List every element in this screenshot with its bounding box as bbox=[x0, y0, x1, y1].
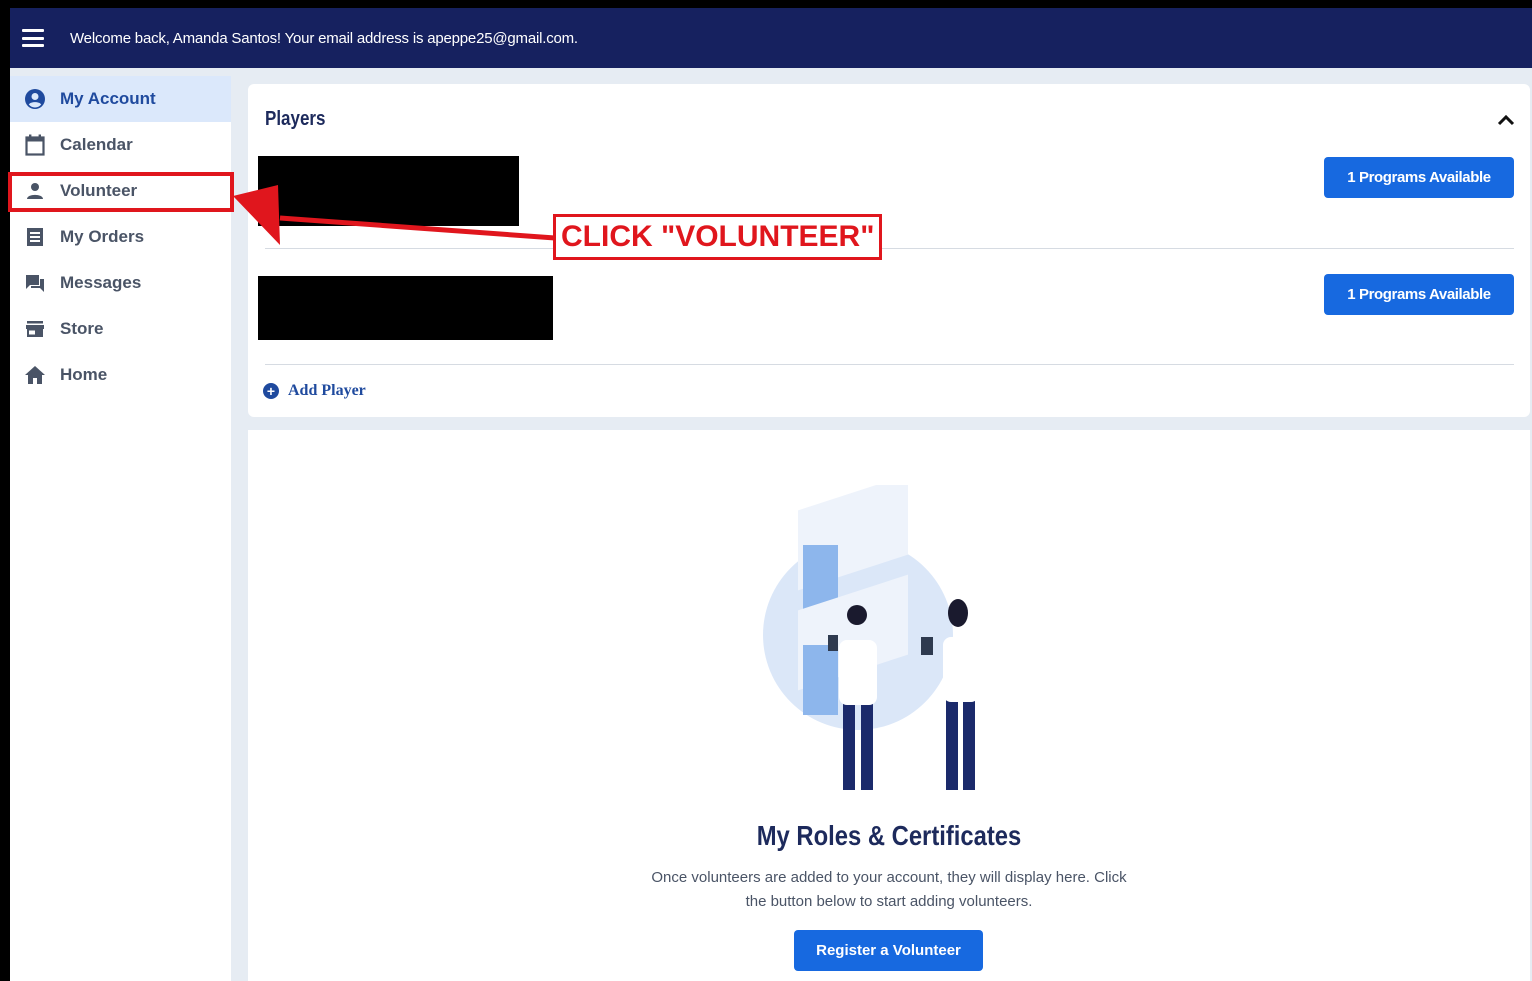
add-player-label: Add Player bbox=[288, 382, 366, 399]
sidebar-item-messages[interactable]: Messages bbox=[10, 260, 231, 306]
register-volunteer-button[interactable]: Register a Volunteer bbox=[794, 930, 983, 971]
sidebar-item-label: Store bbox=[60, 319, 104, 338]
sidebar-item-store[interactable]: Store bbox=[10, 306, 231, 352]
sidebar-item-label: My Account bbox=[60, 89, 156, 108]
row-divider bbox=[265, 248, 1514, 249]
chat-icon bbox=[24, 272, 46, 294]
store-icon bbox=[24, 318, 46, 340]
players-card: Players 1 Programs Available 1 Programs … bbox=[248, 84, 1530, 417]
sidebar-item-label: Calendar bbox=[60, 135, 133, 154]
annotation-highlight-box bbox=[8, 172, 234, 212]
plus-circle-icon: + bbox=[263, 383, 279, 399]
row-divider bbox=[265, 364, 1514, 365]
app-body: My Account Calendar Volunteer My Orders … bbox=[10, 68, 1532, 981]
sidebar-item-label: Messages bbox=[60, 273, 142, 292]
chevron-up-icon[interactable] bbox=[1496, 110, 1516, 130]
welcome-message: Welcome back, Amanda Santos! Your email … bbox=[70, 29, 578, 47]
sidebar-item-my-account[interactable]: My Account bbox=[10, 76, 231, 122]
receipt-icon bbox=[24, 226, 46, 248]
volunteers-illustration bbox=[763, 485, 979, 790]
roles-description: Once volunteers are added to your accoun… bbox=[651, 869, 1127, 910]
hamburger-menu-icon[interactable] bbox=[22, 29, 44, 47]
top-bar: Welcome back, Amanda Santos! Your email … bbox=[10, 8, 1532, 68]
roles-title: My Roles & Certificates bbox=[756, 820, 1022, 851]
calendar-icon bbox=[24, 134, 46, 156]
sidebar-item-my-orders[interactable]: My Orders bbox=[10, 214, 231, 260]
annotation-label: CLICK "VOLUNTEER" bbox=[553, 214, 883, 260]
add-player-link[interactable]: + Add Player bbox=[263, 382, 366, 400]
sidebar-item-calendar[interactable]: Calendar bbox=[10, 122, 231, 168]
redacted-player-info bbox=[258, 276, 553, 340]
players-title: Players bbox=[265, 108, 326, 130]
sidebar-item-label: My Orders bbox=[60, 227, 145, 246]
roles-card: My Roles & Certificates Once volunteers … bbox=[248, 430, 1530, 981]
programs-available-button[interactable]: 1 Programs Available bbox=[1324, 274, 1514, 315]
home-icon bbox=[24, 364, 46, 386]
sidebar-item-label: Home bbox=[60, 365, 108, 384]
redacted-player-info bbox=[258, 156, 519, 226]
account-circle-icon bbox=[24, 88, 46, 110]
sidebar-item-home[interactable]: Home bbox=[10, 352, 231, 398]
programs-available-button[interactable]: 1 Programs Available bbox=[1324, 157, 1514, 198]
